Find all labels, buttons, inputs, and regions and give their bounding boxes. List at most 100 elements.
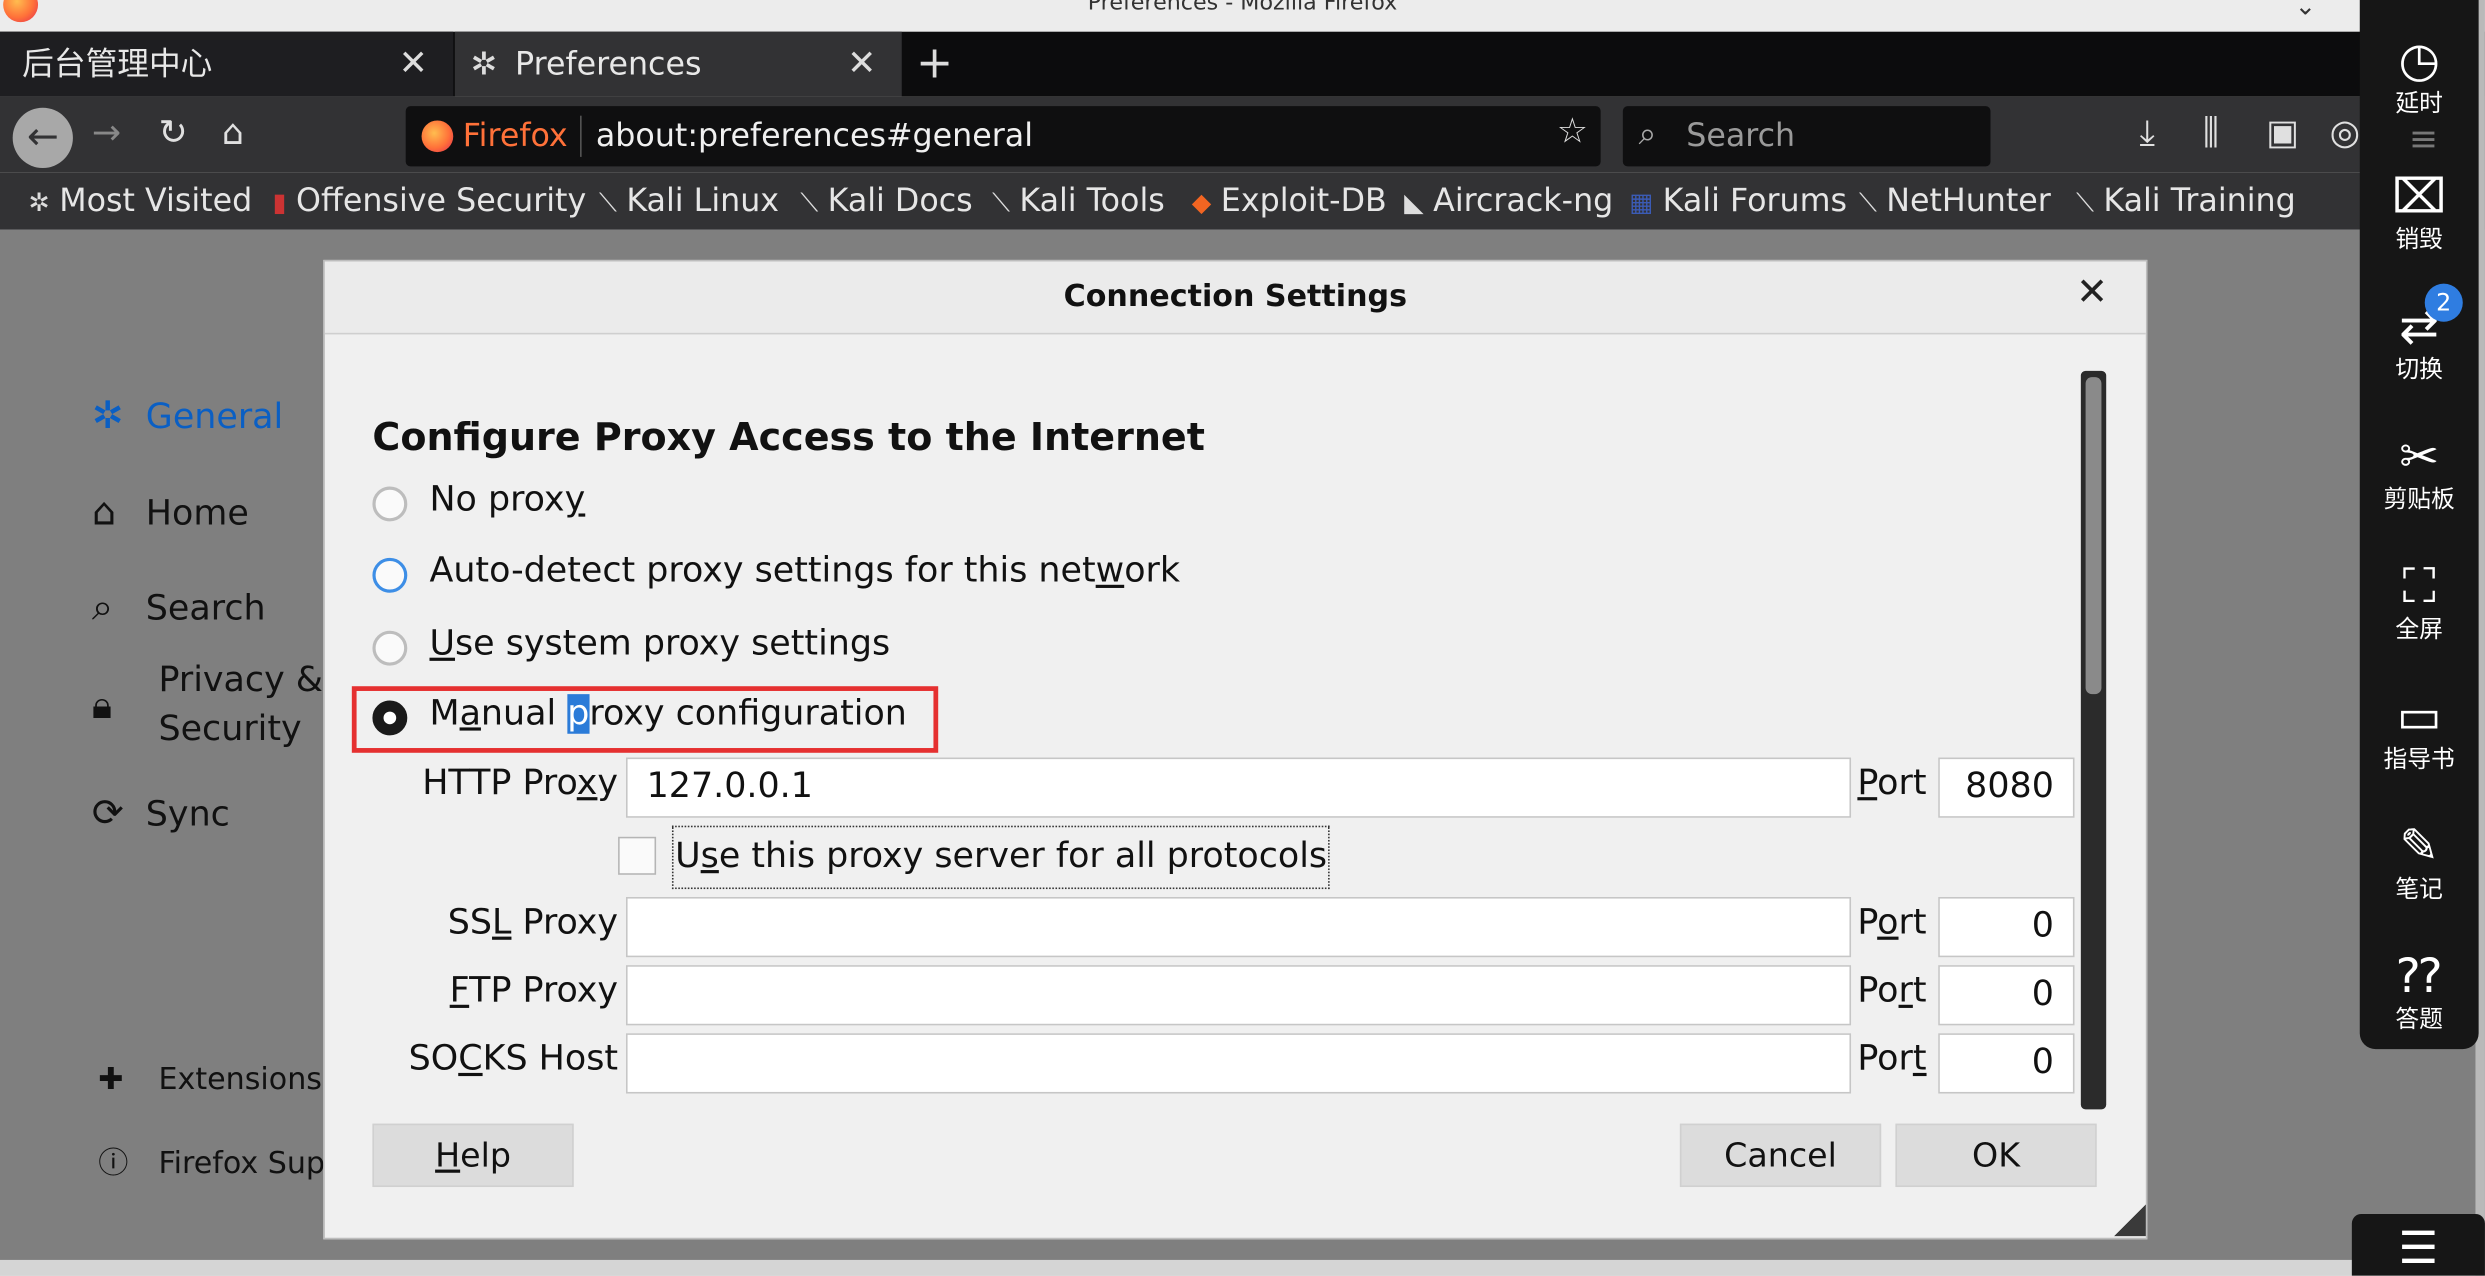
sidebar-item-sync[interactable]: ⟳ Sync [92,791,230,835]
clock-icon: ◷ [2398,33,2440,89]
bookmark-nethunter[interactable]: ⟍ NetHunter [1859,176,2051,224]
bookmark-kali-linux[interactable]: ⟍ Kali Linux [599,176,779,224]
account-icon[interactable]: ◎ [2330,114,2360,154]
tool-answer[interactable]: ⁇ 答题 [2360,950,2479,1033]
tool-notes[interactable]: ✎ 笔记 [2360,819,2479,903]
minimize-button[interactable]: ⌄ [2295,0,2316,21]
puzzle-icon: ✚ [98,1061,124,1097]
forward-button[interactable]: → [92,114,121,154]
tool-expand-button[interactable]: ☰ [2351,1213,2485,1276]
dialog-scrollbar-thumb[interactable] [2085,377,2102,695]
tab-label: 后台管理中心 [22,44,213,83]
label-no-proxy[interactable]: No proxy [429,480,585,520]
tab-close-icon[interactable]: ✕ [399,32,428,97]
all-protocols-checkbox[interactable] [618,836,657,875]
radio-no-proxy[interactable] [372,486,408,522]
fullscreen-icon: ⛶ [2402,559,2436,615]
http-port-label: Port [1857,763,1927,804]
tab-close-icon[interactable]: ✕ [847,32,876,97]
sidebar-item-extensions[interactable]: ✚ Extensions [98,1062,322,1097]
download-icon[interactable]: ⤓ [2139,114,2154,154]
sync-icon: ⟳ [91,790,124,836]
ssl-proxy-input[interactable] [625,896,1852,958]
bookmark-kali-docs[interactable]: ⟍ Kali Docs [800,176,972,224]
library-icon[interactable]: ⫼ [2203,114,2219,154]
http-proxy-input[interactable]: 127.0.0.1 [625,757,1852,818]
url-bar[interactable]: Firefox about:preferences#general ☆ [405,106,1601,167]
new-tab-button[interactable]: + [916,32,953,97]
socks-port-input[interactable]: 0 [1938,1033,2075,1094]
all-protocols-label[interactable]: Use this proxy server for all protocols [671,825,1331,890]
proxy-heading: Configure Proxy Access to the Internet [372,415,1205,460]
sidebar-toggle-icon[interactable]: ▣ [2266,114,2299,154]
ok-button[interactable]: OK [1895,1123,2097,1188]
tab-admin-center[interactable]: 后台管理中心 ✕ [0,31,454,97]
bookmark-kali-tools[interactable]: ⟍ Kali Tools [992,176,1165,224]
back-button[interactable]: ← [12,107,73,168]
screen: Preferences - Mozilla Firefox ⌄ ▫ ✕ 后台管理… [0,0,2485,1276]
tab-label: Preferences [515,44,702,83]
help-circle-icon: ⓘ [98,1145,129,1181]
label-auto-detect[interactable]: Auto-detect proxy settings for this netw… [429,552,1180,592]
http-port-input[interactable]: 8080 [1938,757,2075,818]
tab-preferences[interactable]: ✲ Preferences ✕ [454,31,902,97]
help-button[interactable]: Help [372,1123,574,1188]
radio-system-proxy[interactable] [372,630,408,666]
label-system-proxy[interactable]: Use system proxy settings [429,624,890,664]
page-footer-strip [0,1259,2485,1276]
ssl-proxy-label: SSL Proxy [447,903,619,943]
kali-icon: ⟍ [599,187,617,218]
sidebar-item-home[interactable]: ⌂ Home [92,490,249,534]
tool-delay[interactable]: ◷ 延时 [2360,33,2479,117]
kali-icon: ⟍ [1858,187,1877,218]
kali-icon: ⟍ [992,187,1010,218]
reload-button[interactable]: ↻ [158,114,187,154]
home-button[interactable]: ⌂ [222,114,244,154]
dialog-close-button[interactable]: ✕ [2076,269,2108,313]
sidebar-item-search[interactable]: ⌕ Search [92,585,266,629]
bookmark-most-visited[interactable]: ✲ Most Visited [29,176,253,224]
ftp-proxy-input[interactable] [625,965,1852,1026]
home-icon: ⌂ [91,489,117,535]
ssl-port-input[interactable]: 0 [1938,896,2075,958]
tool-guide[interactable]: ▭ 指导书 [2360,689,2479,773]
aircrack-icon: ◣ [1404,187,1424,218]
resize-grip-icon[interactable] [2114,1204,2146,1237]
tool-switch[interactable]: ⇄ 切换 [2360,300,2479,383]
cancel-button[interactable]: Cancel [1679,1123,1882,1188]
sidebar-item-support[interactable]: ⓘ Firefox Sup [98,1139,325,1182]
sidebar-item-privacy[interactable]: 🔒︎ Privacy & Security [92,661,323,750]
offsec-icon: ▮ [272,187,287,218]
pen-icon: ✎ [2399,819,2440,875]
bookmark-kali-training[interactable]: ⟍ Kali Training [2076,176,2296,224]
bookmark-aircrack-ng[interactable]: ◣ Aircrack-ng [1404,176,1613,224]
socks-port-label: Port [1857,1039,1927,1080]
switch-badge: 2 [2424,283,2463,322]
gear-icon: ✲ [91,393,124,438]
bookmark-exploit-db[interactable]: ◆ Exploit-DB [1192,176,1387,224]
tool-clipboard[interactable]: ✂ 剪贴板 [2360,430,2479,513]
bookmark-kali-forums[interactable]: ▦ Kali Forums [1629,176,1847,224]
window-title: Preferences - Mozilla Firefox [1087,0,1398,16]
search-bar[interactable]: ⌕ Search [1622,106,1991,167]
ssl-port-label: Port [1857,903,1927,943]
bookmark-star-icon[interactable]: ☆ [1557,113,1588,153]
dialog-title: Connection Settings [324,261,2146,335]
tool-destroy[interactable]: ⌧ 销毁 [2360,170,2479,253]
kali-icon: ⟍ [800,187,819,218]
menu-icon[interactable]: ≡ [2409,120,2438,160]
sidebar-item-general[interactable]: ✲ General [92,393,283,437]
book-icon: ▭ [2396,689,2442,745]
url-text[interactable]: about:preferences#general [596,116,1033,154]
gear-icon: ✲ [470,44,498,83]
ftp-port-input[interactable]: 0 [1938,965,2075,1026]
bookmark-offensive-security[interactable]: ▮ Offensive Security [273,176,587,224]
socks-host-label: SOCKS Host [408,1039,619,1080]
http-proxy-label: HTTP Proxy [422,763,619,804]
tool-fullscreen[interactable]: ⛶ 全屏 [2360,559,2479,643]
socks-host-input[interactable] [625,1033,1852,1094]
identity-label: Firefox [462,115,568,154]
search-placeholder: Search [1686,115,1796,154]
search-icon: ⌕ [91,584,114,630]
radio-auto-detect[interactable] [372,557,408,593]
